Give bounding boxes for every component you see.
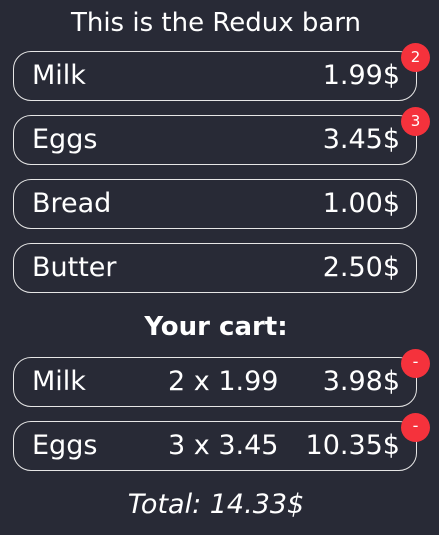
product-row-bread[interactable]: Bread 1.00$ xyxy=(13,179,417,229)
cart-item-name: Milk xyxy=(32,366,86,397)
cart-item-subtotal: 3.98$ xyxy=(322,366,400,397)
product-name: Butter xyxy=(32,252,117,283)
cart-item-subtotal: 10.35$ xyxy=(305,430,400,461)
count-badge: 2 xyxy=(401,43,430,72)
product-row-milk[interactable]: Milk 1.99$ 2 xyxy=(13,43,430,101)
remove-button[interactable]: - xyxy=(401,349,430,378)
page-title: This is the Redux barn xyxy=(70,8,362,38)
cart-row-milk: Milk 2 x 1.99 3.98$ - xyxy=(13,349,430,407)
cart-item-name: Eggs xyxy=(32,430,98,461)
product-name: Milk xyxy=(32,60,86,91)
product-name: Eggs xyxy=(32,124,98,155)
product-name: Bread xyxy=(32,188,112,219)
cart-heading: Your cart: xyxy=(144,312,288,342)
product-price: 3.45$ xyxy=(322,124,400,155)
cart-item-quantity: 3 x 3.45 xyxy=(168,430,279,461)
product-price: 2.50$ xyxy=(322,252,400,283)
product-row-eggs[interactable]: Eggs 3.45$ 3 xyxy=(13,107,430,165)
product-price: 1.00$ xyxy=(322,188,400,219)
cart-total: Total: 14.33$ xyxy=(127,489,305,520)
product-price: 1.99$ xyxy=(322,60,400,91)
count-badge: 3 xyxy=(401,107,430,136)
remove-button[interactable]: - xyxy=(401,413,430,442)
product-row-butter[interactable]: Butter 2.50$ xyxy=(13,243,417,293)
cart-item-quantity: 2 x 1.99 xyxy=(168,366,279,397)
cart-row-eggs: Eggs 3 x 3.45 10.35$ - xyxy=(13,413,430,471)
